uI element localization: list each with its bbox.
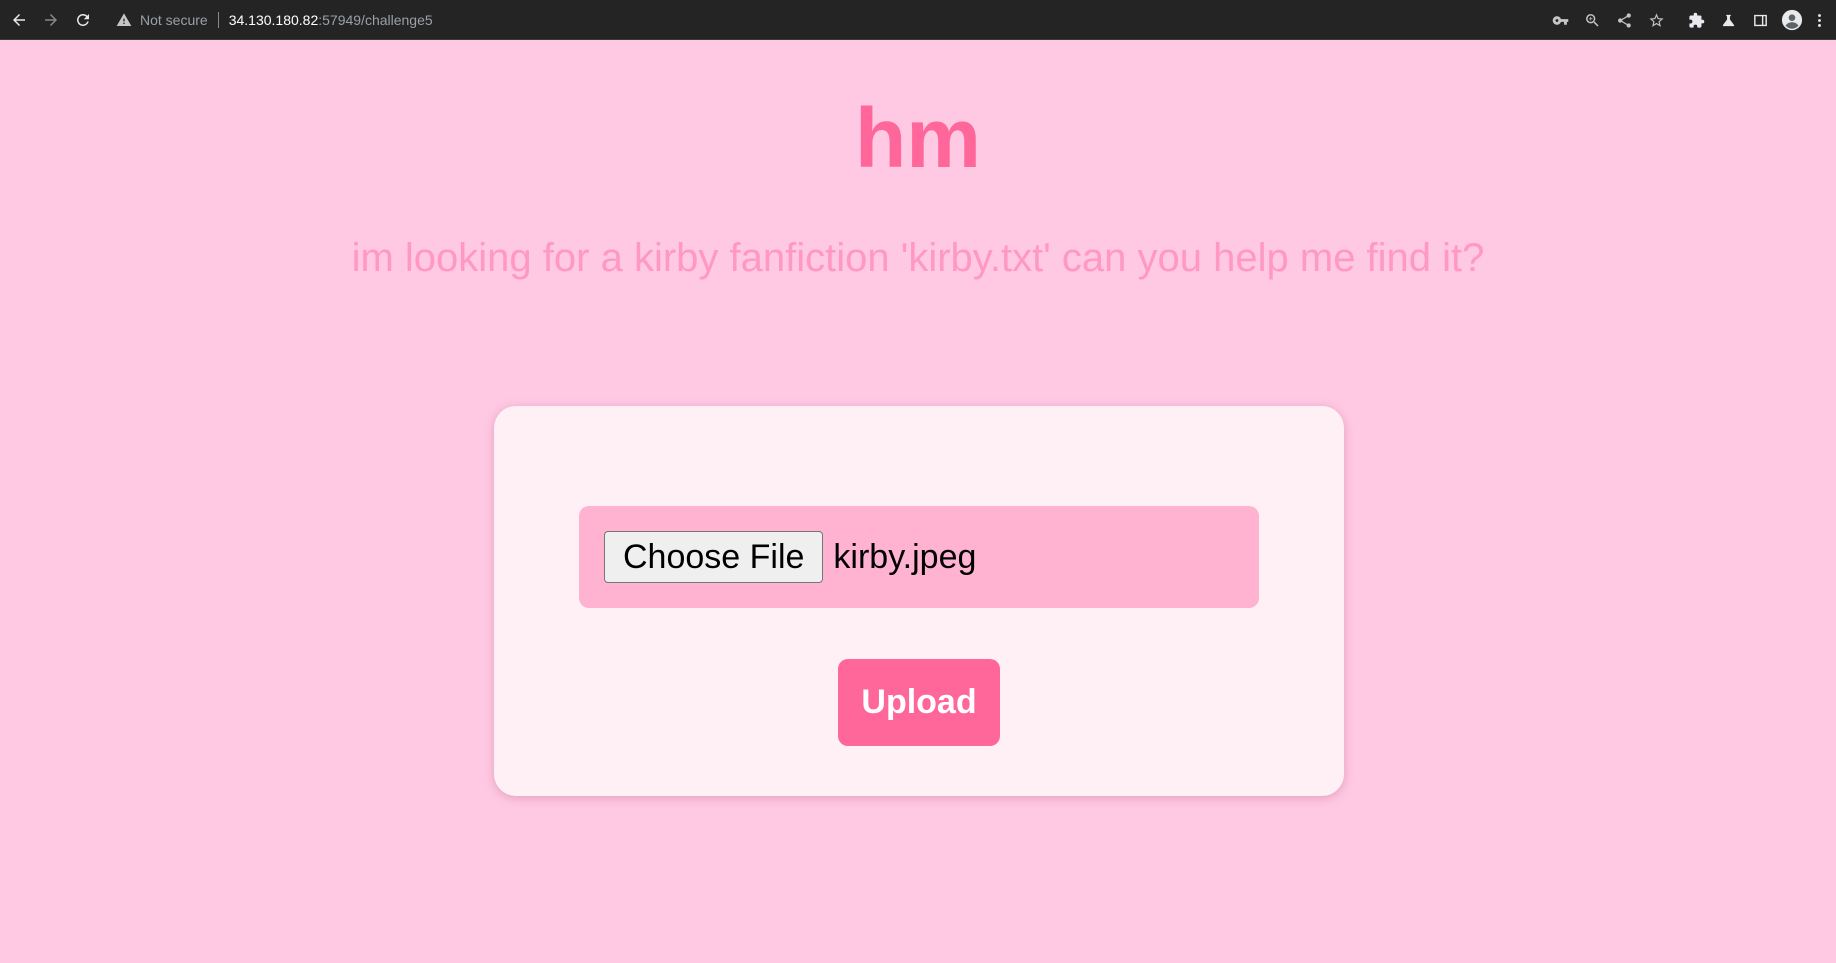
omnibox-divider: [217, 11, 219, 28]
selected-file-name: kirby.jpeg: [833, 537, 977, 576]
reload-button[interactable]: [68, 5, 98, 35]
labs-button[interactable]: [1712, 4, 1744, 36]
side-panel-button[interactable]: [1744, 4, 1776, 36]
page-content: hm im looking for a kirby fanfiction 'ki…: [0, 40, 1836, 963]
upload-card: Choose File kirby.jpeg Upload: [494, 406, 1344, 796]
share-button[interactable]: [1608, 4, 1640, 36]
extensions-button[interactable]: [1680, 4, 1712, 36]
password-button[interactable]: [1544, 4, 1576, 36]
bookmark-button[interactable]: [1640, 4, 1672, 36]
profile-button[interactable]: [1776, 4, 1808, 36]
warning-icon: [116, 12, 132, 26]
reload-icon: [76, 13, 89, 26]
extensions-icon: [1688, 12, 1704, 28]
profile-icon: [1781, 9, 1803, 31]
url-host: 34.130.180.82: [228, 11, 319, 28]
key-icon: [1552, 15, 1568, 25]
zoom-button[interactable]: [1576, 4, 1608, 36]
back-icon: [13, 13, 25, 26]
menu-button[interactable]: [1808, 4, 1830, 36]
choose-file-button[interactable]: Choose File: [604, 531, 824, 583]
url-path: :57949/challenge5: [318, 11, 433, 28]
forward-icon: [45, 13, 57, 26]
page-subtitle: im looking for a kirby fanfiction 'kirby…: [351, 236, 1485, 280]
labs-icon: [1722, 14, 1734, 26]
security-label: Not secure: [140, 11, 208, 28]
share-icon: [1617, 12, 1631, 28]
upload-button[interactable]: Upload: [838, 659, 1000, 746]
side-panel-icon: [1753, 14, 1767, 26]
back-button[interactable]: [4, 5, 34, 35]
zoom-icon: [1585, 13, 1599, 27]
file-input-container: Choose File kirby.jpeg: [579, 506, 1259, 608]
forward-button[interactable]: [36, 5, 66, 35]
browser-toolbar: Not secure 34.130.180.82:57949/challenge…: [0, 0, 1836, 40]
toolbar-actions: [1544, 0, 1830, 40]
menu-icon: [1817, 13, 1821, 27]
page-title: hm: [855, 91, 981, 185]
address-bar[interactable]: Not secure 34.130.180.82:57949/challenge…: [116, 6, 433, 34]
star-icon: [1648, 12, 1664, 27]
